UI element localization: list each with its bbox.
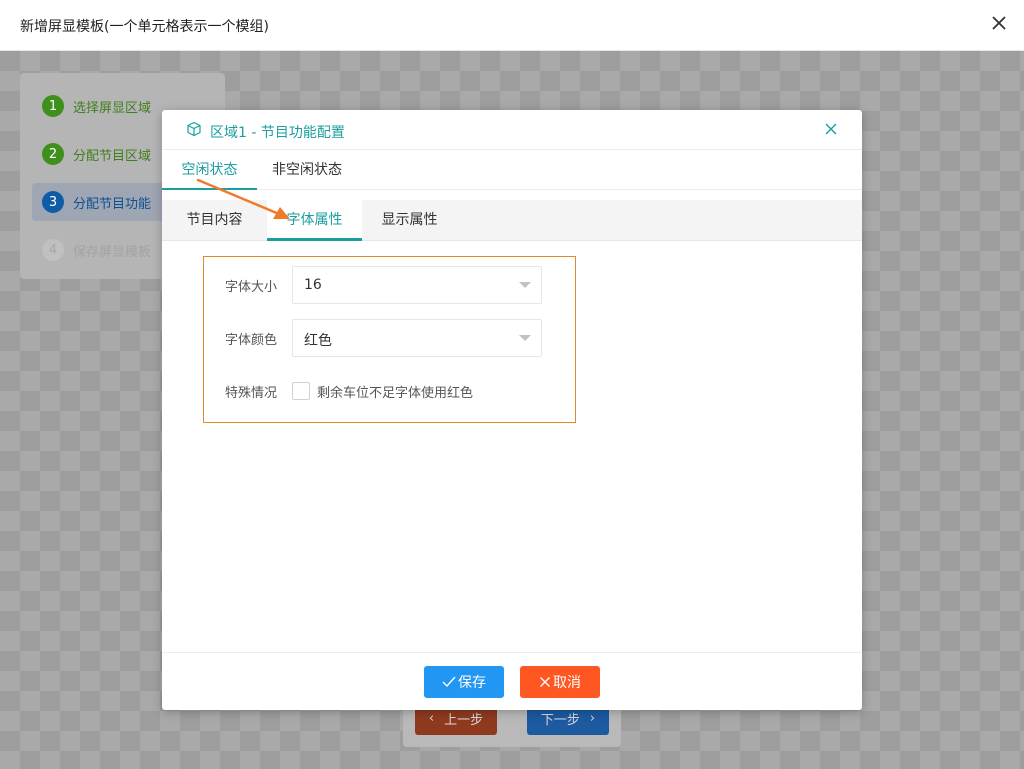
check-icon (442, 676, 456, 688)
chevron-right-icon: › (589, 710, 596, 726)
tab-busy-state[interactable]: 非空闲状态 (257, 150, 357, 190)
step-number: 4 (42, 239, 64, 261)
red-font-checkbox[interactable] (292, 382, 310, 400)
close-icon[interactable] (824, 122, 838, 136)
special-case-row: 特殊情况 剩余车位不足字体使用红色 (204, 372, 575, 410)
step-label: 选择屏显区域 (73, 100, 152, 116)
property-tabs: 节目内容 字体属性 显示属性 (162, 200, 862, 241)
step-label: 保存屏显模板 (73, 244, 152, 260)
tab-display-properties[interactable]: 显示属性 (362, 200, 457, 241)
tab-program-content[interactable]: 节目内容 (162, 200, 267, 241)
dialog-title: 区域1 - 节目功能配置 (210, 125, 345, 141)
font-properties-form: 字体大小 16 字体颜色 红色 特殊情况 剩余车位不足字体使用红色 (203, 256, 576, 423)
tab-idle-state[interactable]: 空闲状态 (162, 150, 257, 190)
font-size-row: 字体大小 16 (204, 266, 575, 304)
cube-icon (187, 121, 201, 137)
outer-dialog-header: 新增屏显模板(一个单元格表示一个模组) (0, 0, 1024, 51)
save-button[interactable]: 保存 (424, 666, 504, 698)
font-size-label: 字体大小 (225, 280, 278, 295)
cancel-button[interactable]: 取消 (520, 666, 600, 698)
close-icon (540, 677, 550, 687)
prev-step-label: 上一步 (444, 712, 484, 728)
font-color-row: 字体颜色 红色 (204, 319, 575, 357)
tab-font-properties[interactable]: 字体属性 (267, 200, 362, 241)
caret-down-icon (519, 282, 531, 288)
dialog-footer: 保存 取消 (162, 652, 862, 710)
state-tabs: 空闲状态 非空闲状态 (162, 150, 862, 190)
cancel-label: 取消 (553, 675, 581, 691)
step-label: 分配节目功能 (73, 196, 152, 212)
function-config-dialog: 区域1 - 节目功能配置 空闲状态 非空闲状态 节目内容 字体属性 显示属性 字… (162, 110, 862, 710)
save-label: 保存 (458, 675, 486, 691)
font-size-select[interactable]: 16 (292, 266, 542, 304)
special-case-label: 特殊情况 (225, 386, 278, 401)
dialog-header: 区域1 - 节目功能配置 (162, 110, 862, 150)
font-color-value: 红色 (304, 333, 332, 349)
chevron-left-icon: ‹ (428, 710, 435, 726)
font-color-label: 字体颜色 (225, 333, 278, 348)
font-size-value: 16 (304, 277, 322, 293)
step-label: 分配节目区域 (73, 148, 152, 164)
close-icon[interactable] (990, 14, 1008, 32)
step-number: 3 (42, 191, 64, 213)
step-number: 2 (42, 143, 64, 165)
outer-dialog-title: 新增屏显模板(一个单元格表示一个模组) (20, 19, 269, 35)
next-step-label: 下一步 (540, 712, 580, 728)
font-color-select[interactable]: 红色 (292, 319, 542, 357)
red-font-checkbox-label[interactable]: 剩余车位不足字体使用红色 (317, 382, 473, 401)
caret-down-icon (519, 335, 531, 341)
step-number: 1 (42, 95, 64, 117)
